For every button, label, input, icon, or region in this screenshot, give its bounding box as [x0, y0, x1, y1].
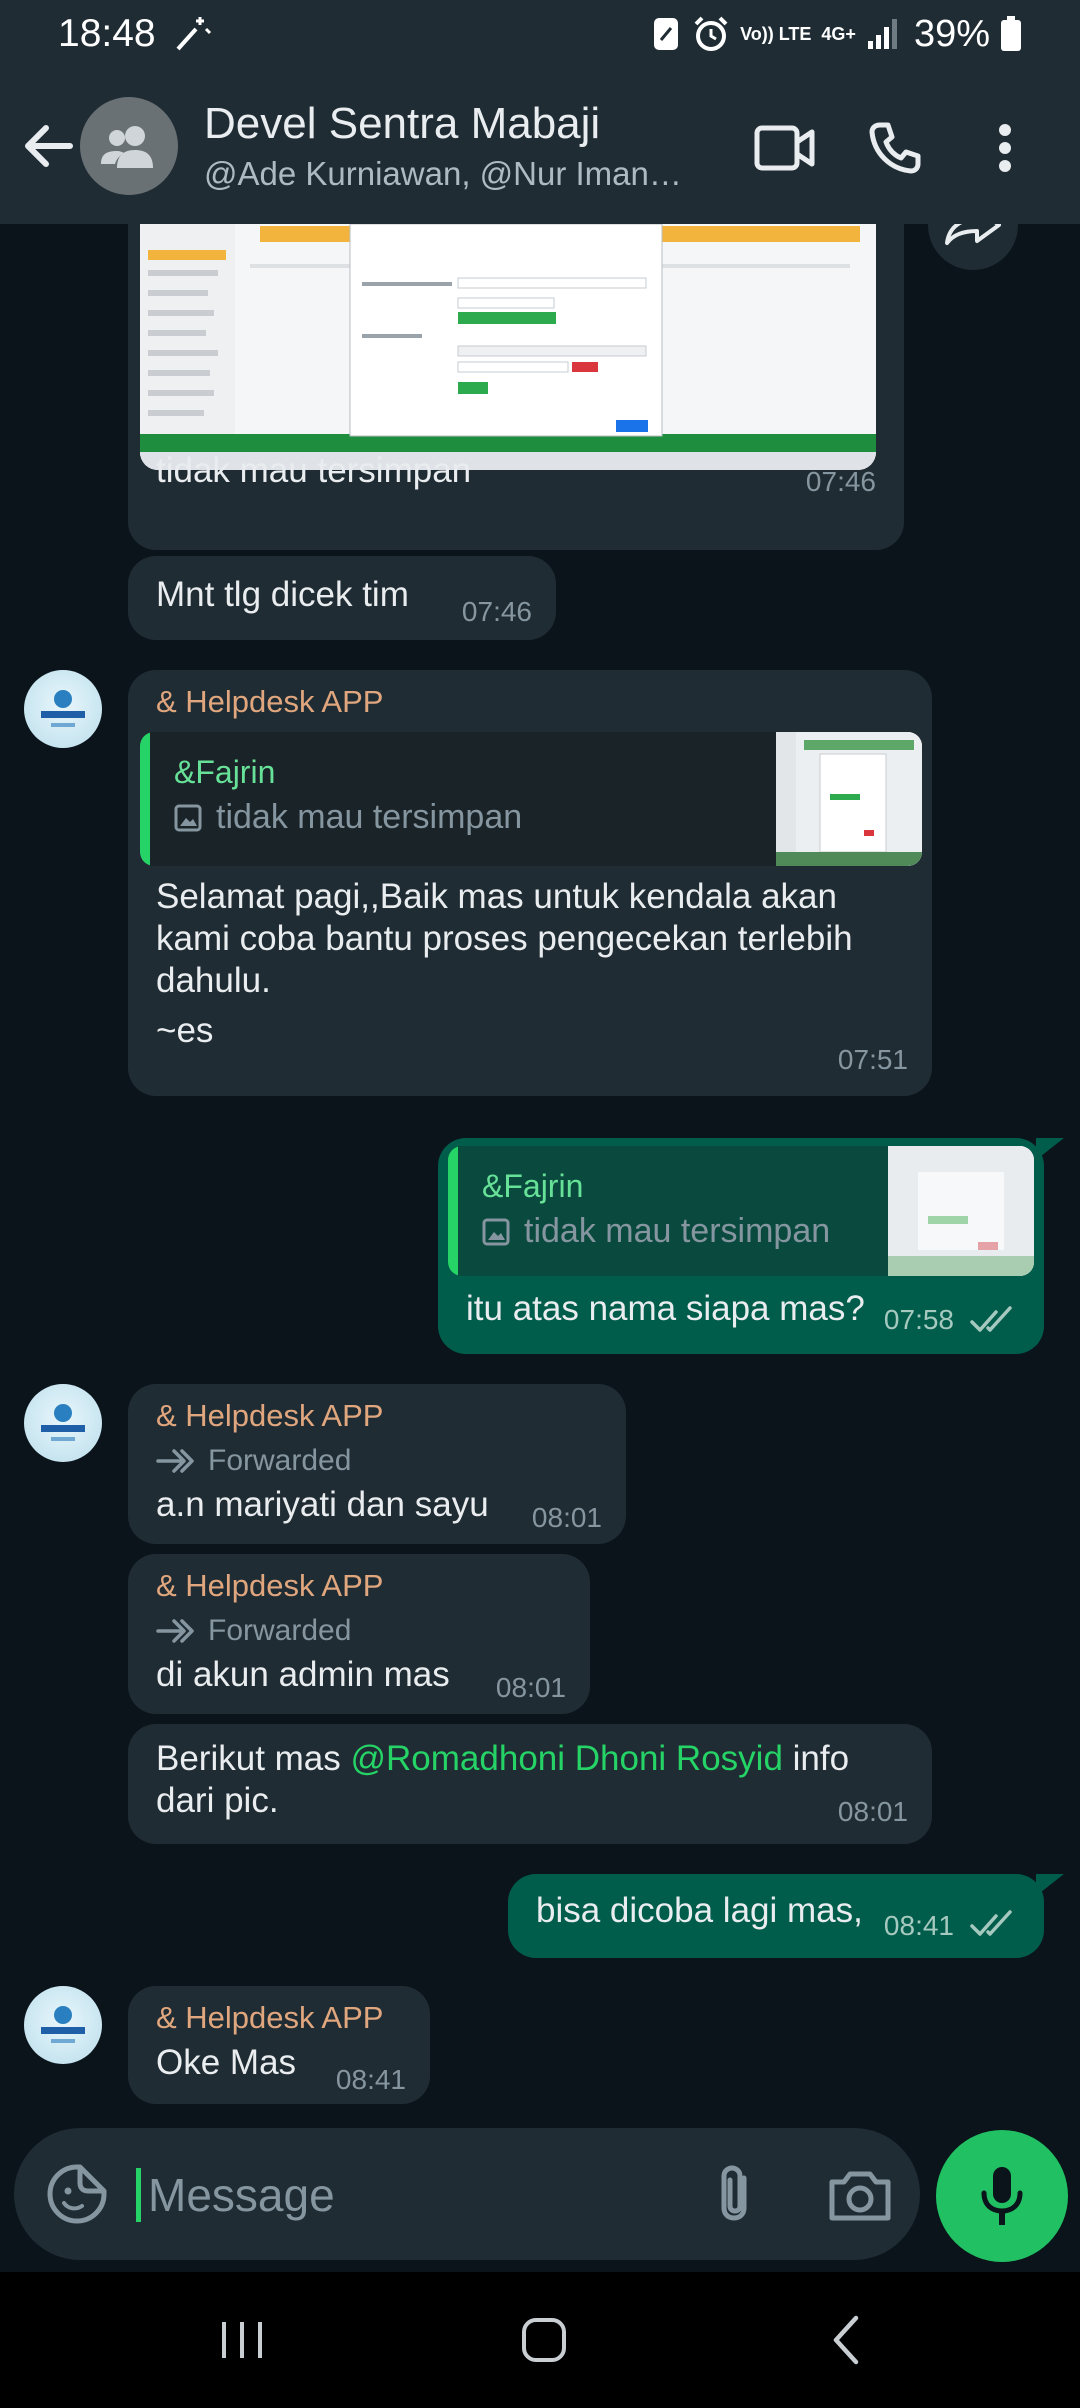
double-check-icon [970, 1910, 1012, 1936]
status-time: 18:48 [58, 12, 156, 55]
battery-icon [1001, 16, 1021, 51]
quote-text: tidak mau tersimpan [216, 798, 523, 836]
helpdesk-logo-icon [41, 690, 85, 727]
user-mention-link[interactable]: @Romadhoni Dhoni Rosyid [351, 1739, 783, 1778]
recent-apps-icon[interactable] [212, 2310, 272, 2370]
forward-shortcut-button[interactable] [928, 224, 1018, 270]
image-caption: tidak mau tersimpan [156, 451, 472, 490]
sender-name: & Helpdesk APP [156, 2000, 384, 2035]
quote-accent-bar [140, 732, 150, 866]
chat-title: Devel Sentra Mabaji [204, 99, 601, 148]
message-outgoing-reply[interactable]: &Fajrin tidak mau tersimpan itu atas nam… [438, 1138, 1044, 1354]
bubble-tail [1036, 1874, 1064, 1896]
message-signature: ~es [156, 1011, 214, 1050]
message-body: itu atas nama siapa mas? [466, 1289, 865, 1328]
message-outgoing[interactable]: bisa dicoba lagi mas, 08:41 [508, 1874, 1044, 1958]
attached-screenshot-image[interactable] [140, 224, 876, 470]
message-time: 08:01 [837, 1796, 908, 1827]
quote-author: &Fajrin [174, 754, 276, 790]
more-vertical-icon [999, 124, 1011, 172]
message-body: di akun admin mas [156, 1655, 450, 1694]
message-body: a.n mariyati dan sayu [156, 1485, 489, 1524]
helpdesk-logo-icon [41, 1404, 85, 1441]
chat-messages[interactable]: tidak mau tersimpan 07:46 Mnt tlg dicek … [0, 224, 1080, 2124]
video-call-button[interactable] [730, 108, 840, 188]
text-cursor [136, 2168, 141, 2222]
message-body: bisa dicoba lagi mas, [536, 1891, 863, 1930]
camera-icon[interactable] [824, 2158, 896, 2230]
message-forwarded[interactable]: & Helpdesk APP Forwarded a.n mariyati da… [128, 1384, 626, 1544]
double-check-icon [970, 1306, 1012, 1332]
message-body: Mnt tlg dicek tim [156, 575, 409, 614]
back-nav-icon[interactable] [818, 2310, 878, 2370]
alarm-icon [694, 16, 728, 51]
nfc-icon [654, 18, 679, 50]
message-text[interactable]: Mnt tlg dicek tim 07:46 [128, 556, 556, 640]
voice-call-button[interactable] [840, 108, 950, 188]
volte-indicator: Vo)) LTE [740, 24, 812, 44]
attach-icon[interactable] [700, 2158, 772, 2230]
message-time: 08:01 [495, 1672, 566, 1703]
message-body: Oke Mas [156, 2043, 297, 2082]
system-navigation-bar [0, 2272, 1080, 2408]
group-avatar[interactable] [80, 97, 178, 195]
message-composer: Message [14, 2128, 920, 2260]
network-indicator: 4G+ [821, 24, 856, 44]
forward-icon [945, 224, 1001, 245]
chat-participants: @Ade Kurniawan, @Nur Iman… [204, 155, 682, 192]
menu-button[interactable] [950, 108, 1060, 188]
helpdesk-avatar[interactable] [24, 1384, 102, 1462]
image-icon [174, 804, 202, 831]
message-time: 07:58 [883, 1304, 954, 1335]
message-input[interactable]: Message [148, 2168, 335, 2222]
message-body: Selamat pagi,,Baik mas untuk kendala aka… [156, 877, 853, 1000]
helpdesk-avatar[interactable] [24, 1986, 102, 2064]
image-icon [482, 1218, 510, 1245]
message-time: 08:01 [531, 1502, 602, 1533]
battery-percent: 39% [913, 12, 990, 55]
phone-icon [869, 122, 921, 174]
forwarded-label: Forwarded [208, 1614, 352, 1647]
status-bar: 18:48 Vo)) LTE 4G+ 39% [0, 0, 1080, 68]
sender-name: & Helpdesk APP [156, 1568, 384, 1603]
message-forwarded[interactable]: & Helpdesk APP Forwarded di akun admin m… [128, 1554, 590, 1714]
arrow-left-icon [25, 125, 73, 167]
quoted-message[interactable]: &Fajrin tidak mau tersimpan [140, 732, 922, 866]
signal-icon [867, 19, 897, 49]
message-text[interactable]: & Helpdesk APP Oke Mas 08:41 [128, 1986, 430, 2104]
magic-wand-icon [176, 17, 211, 51]
microphone-icon [981, 2167, 1023, 2225]
message-time: 07:51 [837, 1044, 908, 1075]
sender-name: & Helpdesk APP [156, 684, 384, 719]
message-image-caption[interactable]: tidak mau tersimpan 07:46 [128, 224, 904, 550]
forwarded-icon [156, 1449, 194, 1473]
sticker-emoji-icon[interactable] [44, 2161, 110, 2227]
video-camera-icon [754, 125, 815, 171]
screenshot-thumbnail [140, 224, 876, 470]
message-text-part: Berikut mas [156, 1739, 351, 1778]
quote-text: tidak mau tersimpan [524, 1212, 831, 1250]
home-icon[interactable] [514, 2310, 574, 2370]
chat-title-area[interactable]: Devel Sentra Mabaji @Ade Kurniawan, @Nur… [204, 99, 704, 193]
voice-message-button[interactable] [936, 2130, 1068, 2262]
helpdesk-avatar[interactable] [24, 670, 102, 748]
message-time: 08:41 [883, 1910, 954, 1941]
forwarded-icon [156, 1619, 194, 1643]
forwarded-label: Forwarded [208, 1444, 352, 1477]
quote-thumbnail [776, 732, 922, 866]
message-time: 07:46 [461, 596, 532, 627]
message-time: 08:41 [335, 2064, 406, 2095]
quote-author: &Fajrin [482, 1168, 584, 1204]
bubble-tail [1036, 1138, 1064, 1160]
chat-header: Devel Sentra Mabaji @Ade Kurniawan, @Nur… [0, 68, 1080, 224]
message-time: 07:46 [805, 466, 876, 497]
quoted-message[interactable]: &Fajrin tidak mau tersimpan [448, 1146, 1034, 1276]
helpdesk-logo-icon [41, 2006, 85, 2043]
group-icon [101, 126, 153, 168]
sender-name: & Helpdesk APP [156, 1398, 384, 1433]
quote-accent-bar [448, 1146, 458, 1276]
message-reply[interactable]: & Helpdesk APP &Fajrin tidak mau tersimp… [128, 670, 932, 1096]
message-with-mention[interactable]: Berikut mas @Romadhoni Dhoni Rosyid info… [128, 1724, 932, 1844]
quote-thumbnail [888, 1146, 1034, 1276]
